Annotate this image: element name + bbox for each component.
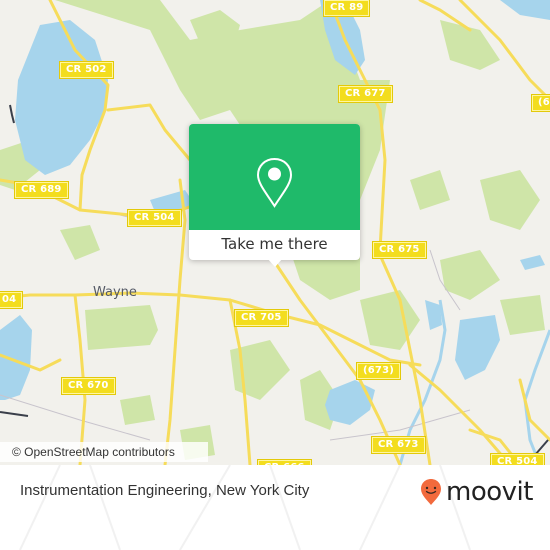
- road-label-cr504-edge: 04: [0, 292, 23, 308]
- footer: Instrumentation Engineering, New York Ci…: [0, 465, 550, 550]
- map-attribution[interactable]: © OpenStreetMap contributors: [0, 442, 208, 462]
- road-label-cr89: CR 89: [324, 0, 370, 16]
- road-label-cr677: CR 677: [339, 86, 392, 102]
- road-label-cr504-west: CR 504: [128, 210, 181, 226]
- road-label-cr670: CR 670: [62, 378, 115, 394]
- location-popup: Take me there: [189, 124, 360, 267]
- road-label-cr504-east: CR 504: [491, 454, 544, 465]
- map[interactable]: CR 89 CR 502 CR 677 (6 CR 689 CR 504 CR …: [0, 0, 550, 465]
- popup-header: [189, 124, 360, 230]
- road-label-cr673: CR 673: [372, 437, 425, 453]
- place-label-wayne: Wayne: [93, 285, 137, 300]
- moovit-logo[interactable]: moovit: [420, 477, 533, 507]
- road-label-cr6xx: (6: [532, 95, 550, 111]
- road-label-cr675: CR 675: [373, 242, 426, 258]
- popup-pointer: [267, 258, 283, 267]
- road-label-cr673-paren: (673): [357, 363, 401, 379]
- moovit-wordmark: moovit: [446, 477, 533, 507]
- take-me-there-button[interactable]: Take me there: [189, 230, 360, 260]
- road-label-cr689: CR 689: [15, 182, 68, 198]
- road-label-cr502: CR 502: [60, 62, 113, 78]
- map-pin-icon: [256, 157, 293, 208]
- footer-title: Instrumentation Engineering, New York Ci…: [20, 482, 310, 499]
- moovit-pin-icon: [421, 479, 441, 505]
- road-label-cr705: CR 705: [235, 310, 288, 326]
